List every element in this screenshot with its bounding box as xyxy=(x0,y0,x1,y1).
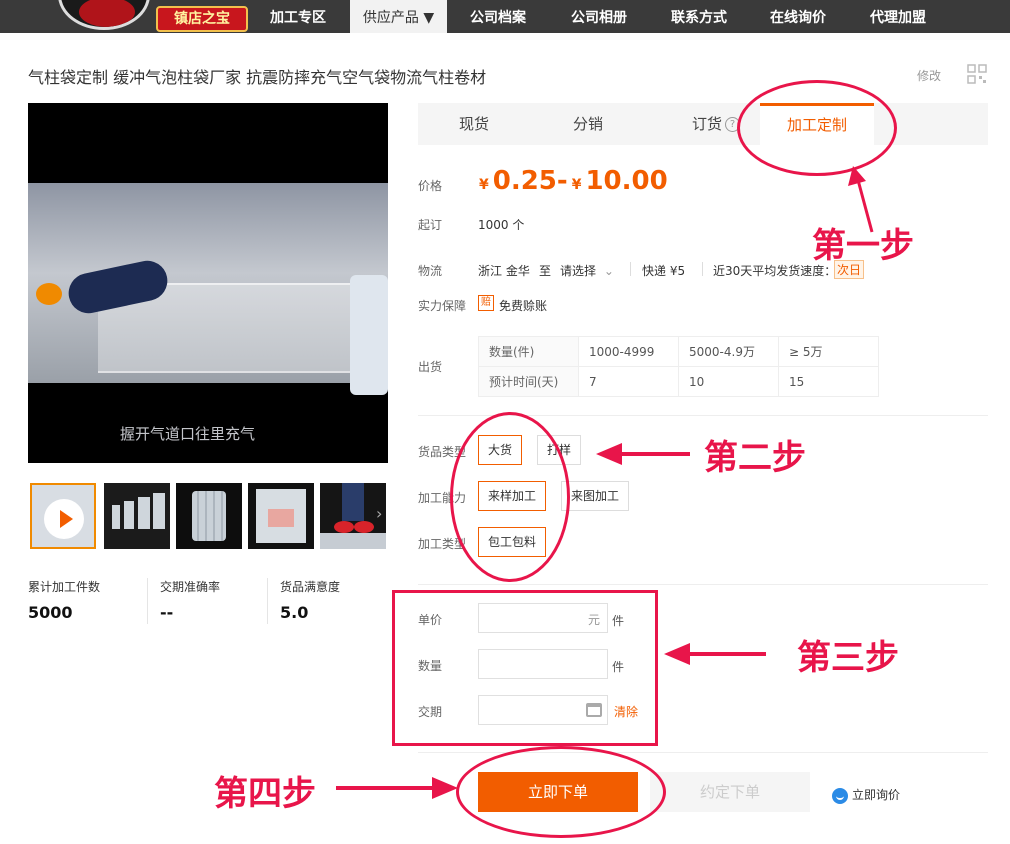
arrow-step1 xyxy=(856,179,874,233)
annotation-arrows xyxy=(336,166,874,799)
arrow-step4-head xyxy=(432,777,458,799)
arrow-step1-head xyxy=(848,166,866,186)
arrow-step3-head xyxy=(664,643,690,665)
arrow-step2-head xyxy=(596,443,622,465)
